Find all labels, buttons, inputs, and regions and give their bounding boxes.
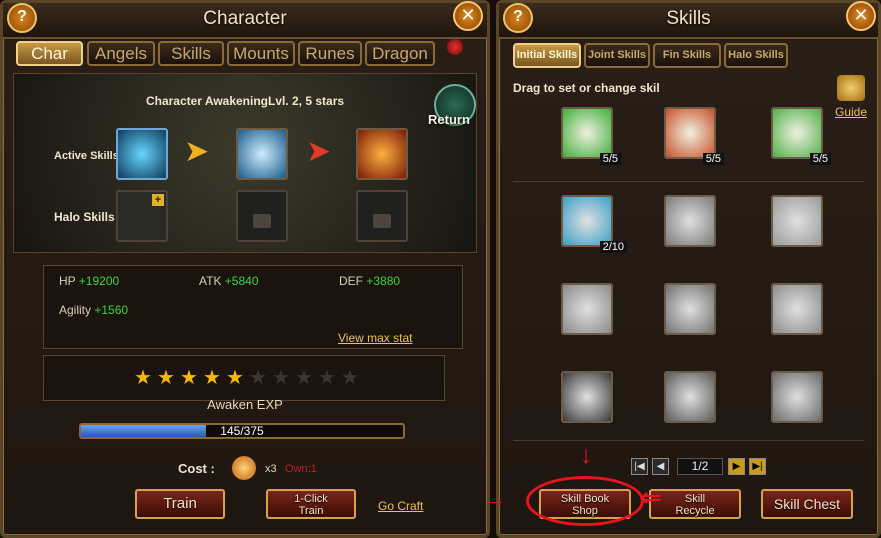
star-empty-icon: ★ — [295, 367, 313, 389]
help-icon[interactable]: ? — [7, 3, 37, 33]
active-skill-current-icon[interactable] — [116, 128, 168, 180]
star-empty-icon: ★ — [318, 367, 336, 389]
next-page-icon[interactable]: ▶ — [728, 458, 745, 475]
cost-quantity: x3 — [265, 463, 277, 475]
last-page-icon[interactable]: ▶| — [749, 458, 766, 475]
lock-icon — [253, 214, 271, 228]
lock-icon — [373, 214, 391, 228]
character-panel: Character ? ✕ Char Angels Skills Mounts … — [0, 0, 490, 538]
tab-runes[interactable]: Runes — [298, 41, 362, 66]
annotation-arrow-icon: ⇐ — [640, 482, 662, 512]
annotation-circle — [526, 476, 644, 526]
agility-stat: Agility +1560 — [59, 303, 129, 317]
skills-panel: Skills ? ✕ Initial Skills Joint Skills F… — [496, 0, 881, 538]
close-icon[interactable]: ✕ — [846, 1, 876, 31]
skill-level-count: 5/5 — [702, 153, 724, 165]
halo-skill-locked — [236, 190, 288, 242]
skill-slot[interactable] — [664, 371, 716, 423]
divider — [513, 440, 864, 441]
tab-skills[interactable]: Skills — [158, 41, 224, 66]
tab-joint-skills[interactable]: Joint Skills — [584, 43, 650, 68]
rose-icon[interactable] — [447, 39, 463, 55]
arrow-right-icon: ➤ — [184, 135, 210, 168]
one-click-train-button[interactable]: 1-Click Train — [266, 489, 356, 519]
skill-slot[interactable]: 2/10 — [561, 195, 627, 253]
skill-slot[interactable] — [771, 283, 823, 335]
skill-slot[interactable] — [771, 371, 823, 423]
drag-hint: Drag to set or change skil — [513, 81, 660, 95]
skill-chest-button[interactable]: Skill Chest — [761, 489, 853, 519]
star-empty-icon: ★ — [341, 367, 359, 389]
train-button[interactable]: Train — [135, 489, 225, 519]
skill-level-count: 2/10 — [599, 241, 627, 253]
skill-slot[interactable] — [561, 283, 613, 335]
skills-title: Skills — [499, 3, 878, 39]
skill-slot[interactable] — [561, 371, 613, 423]
active-skill-next-icon[interactable] — [236, 128, 288, 180]
first-page-icon[interactable]: |◀ — [631, 458, 648, 475]
skill-recycle-button[interactable]: Skill Recycle — [649, 489, 741, 519]
tab-fin-skills[interactable]: Fin Skills — [653, 43, 721, 68]
page-indicator: 1/2 — [677, 458, 723, 475]
guide-link[interactable]: Guide — [835, 105, 867, 119]
atk-stat: ATK +5840 — [199, 274, 259, 288]
star-empty-icon: ★ — [249, 367, 267, 389]
tab-halo-skills[interactable]: Halo Skills — [724, 43, 788, 68]
close-icon[interactable]: ✕ — [453, 1, 483, 31]
skill-level-count: 5/5 — [599, 153, 621, 165]
skill-slot[interactable] — [664, 283, 716, 335]
halo-skills-label: Halo Skills — [54, 210, 115, 224]
arrow-right-icon: ➤ — [306, 135, 332, 168]
awaken-exp-label: Awaken EXP — [207, 397, 283, 412]
hp-stat: HP +19200 — [59, 274, 120, 288]
stars-box: ★ ★ ★ ★ ★ ★ ★ ★ ★ ★ — [43, 355, 445, 401]
star-rating: ★ ★ ★ ★ ★ ★ ★ ★ ★ ★ — [134, 368, 364, 390]
view-max-stat-link[interactable]: View max stat — [338, 331, 412, 345]
skill-slot[interactable] — [771, 195, 823, 247]
star-empty-icon: ★ — [272, 367, 290, 389]
go-craft-link[interactable]: Go Craft — [378, 499, 423, 513]
active-skills-label: Active Skills — [54, 150, 119, 162]
star-filled-icon: ★ — [203, 367, 221, 389]
plus-icon[interactable]: + — [152, 194, 164, 206]
awakening-area: Character AwakeningLvl. 2, 5 stars Retur… — [13, 73, 477, 253]
prev-page-icon[interactable]: ◀ — [652, 458, 669, 475]
equipped-skill-slot[interactable]: 5/5 — [664, 107, 724, 165]
tab-mounts[interactable]: Mounts — [227, 41, 295, 66]
cost-owned: Own:1 — [285, 463, 317, 475]
skill-level-count: 5/5 — [809, 153, 831, 165]
exp-bar: 145/375 — [79, 423, 405, 439]
annotation-arrow-icon: → — [484, 486, 506, 511]
tab-char[interactable]: Char — [16, 41, 83, 66]
skill-slot[interactable] — [664, 195, 716, 247]
star-filled-icon: ★ — [157, 367, 175, 389]
awakening-title: Character AwakeningLvl. 2, 5 stars — [145, 94, 345, 108]
equipped-skill-slot[interactable]: 5/5 — [771, 107, 831, 165]
cost-label: Cost : — [178, 461, 215, 476]
halo-skill-slot[interactable]: + — [116, 190, 168, 242]
return-button[interactable]: Return — [428, 112, 470, 127]
divider — [513, 181, 864, 182]
star-filled-icon: ★ — [180, 367, 198, 389]
awaken-stone-icon — [232, 456, 256, 480]
equipped-skill-slot[interactable]: 5/5 — [561, 107, 621, 165]
def-stat: DEF +3880 — [339, 274, 401, 288]
book-icon[interactable] — [837, 75, 865, 101]
exp-progress-text: 145/375 — [220, 424, 264, 438]
tab-angels[interactable]: Angels — [87, 41, 155, 66]
active-skill-final-icon[interactable] — [356, 128, 408, 180]
tab-dragon[interactable]: Dragon — [365, 41, 435, 66]
star-filled-icon: ★ — [226, 367, 244, 389]
star-filled-icon: ★ — [134, 367, 152, 389]
halo-skill-locked — [356, 190, 408, 242]
help-icon[interactable]: ? — [503, 3, 533, 33]
tab-initial-skills[interactable]: Initial Skills — [513, 43, 581, 68]
character-title: Character — [3, 3, 487, 39]
stats-box: HP +19200 ATK +5840 DEF +3880 Agility +1… — [43, 265, 463, 349]
annotation-arrow-icon: ↓ — [580, 442, 592, 469]
